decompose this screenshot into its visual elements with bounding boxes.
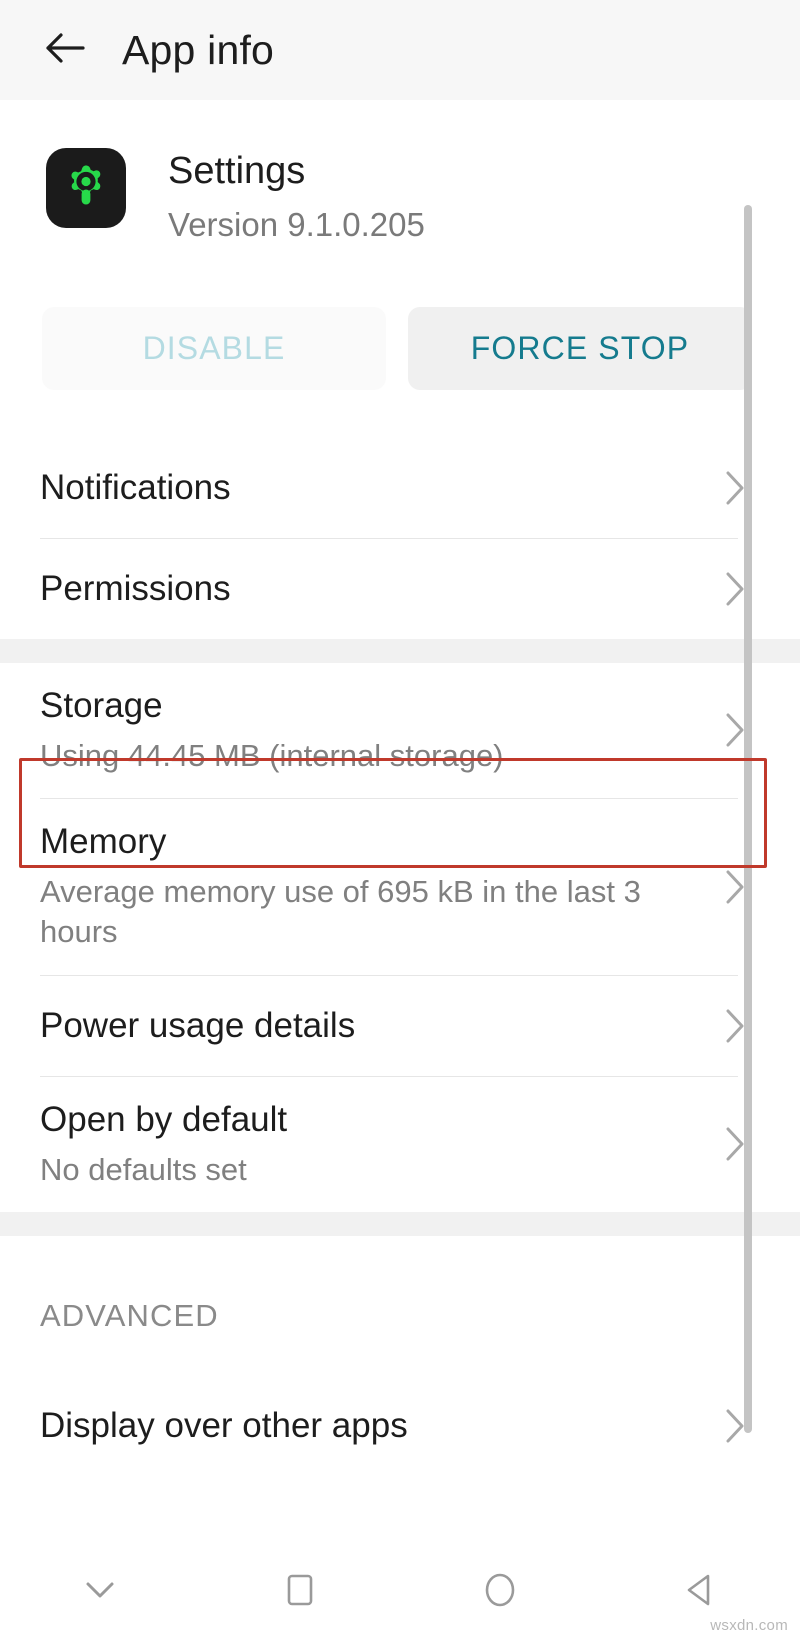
list-item-label: Storage <box>40 685 163 725</box>
list-item-label: Memory <box>40 821 167 861</box>
disable-button[interactable]: DISABLE <box>42 306 386 390</box>
list-item-notifications[interactable]: Notifications <box>0 437 800 538</box>
preference-section-advanced: ADVANCED Display over other apps <box>0 1236 800 1476</box>
scrollbar[interactable] <box>744 100 800 1433</box>
scroll-content: Settings Version 9.1.0.205 DISABLE FORCE… <box>0 100 800 1542</box>
arrow-left-icon <box>42 25 88 76</box>
list-item-open-by-default[interactable]: Open by default No defaults set <box>0 1076 800 1212</box>
app-identity-header: Settings Version 9.1.0.205 <box>0 100 800 244</box>
list-item-sublabel: Using 44.45 MB (internal storage) <box>40 737 504 773</box>
scrollbar-thumb[interactable] <box>744 205 752 1433</box>
list-item-power-usage-details[interactable]: Power usage details <box>0 975 800 1076</box>
chevron-down-icon <box>80 1570 120 1615</box>
hide-keyboard-button[interactable] <box>0 1542 200 1642</box>
row-text: Notifications <box>40 445 718 531</box>
settings-gear-icon <box>59 159 113 218</box>
system-navigation-bar <box>0 1542 800 1642</box>
app-bar: App info <box>0 0 800 100</box>
preference-section-1: Notifications Permissions <box>0 437 800 639</box>
action-buttons: DISABLE FORCE STOP <box>0 244 800 390</box>
back-navigation-button[interactable] <box>34 19 96 81</box>
home-button[interactable] <box>400 1542 600 1642</box>
list-item-sublabel: Average memory use of 695 kB in the last… <box>40 873 641 950</box>
force-stop-button[interactable]: FORCE STOP <box>408 306 752 390</box>
list-item-sublabel: No defaults set <box>40 1151 247 1187</box>
list-item-label: Power usage details <box>40 1005 356 1045</box>
row-text: Display over other apps <box>40 1383 718 1469</box>
list-item-label: Display over other apps <box>40 1405 408 1445</box>
app-version: Version 9.1.0.205 <box>168 205 425 243</box>
row-text: Open by default No defaults set <box>40 1077 718 1212</box>
list-item-storage[interactable]: Storage Using 44.45 MB (internal storage… <box>0 662 800 798</box>
app-name: Settings <box>168 150 306 192</box>
row-text: Storage Using 44.45 MB (internal storage… <box>40 663 718 798</box>
list-item-label: Notifications <box>40 467 231 507</box>
list-item-memory[interactable]: Memory Average memory use of 695 kB in t… <box>0 798 800 975</box>
list-item-permissions[interactable]: Permissions <box>0 538 800 639</box>
app-meta: Settings Version 9.1.0.205 <box>168 148 425 244</box>
list-item-display-over-other-apps[interactable]: Display over other apps <box>0 1375 800 1476</box>
list-item-label: Permissions <box>40 568 231 608</box>
list-item-label: Open by default <box>40 1099 288 1139</box>
app-icon <box>46 148 126 228</box>
section-separator <box>0 1211 800 1236</box>
recents-button[interactable] <box>200 1542 400 1642</box>
row-text: Power usage details <box>40 983 718 1069</box>
section-header-advanced: ADVANCED <box>40 1297 219 1333</box>
square-icon <box>280 1570 320 1615</box>
triangle-left-icon <box>680 1570 720 1615</box>
watermark: wsxdn.com <box>710 1617 788 1634</box>
section-separator <box>0 638 800 663</box>
preference-section-2: Storage Using 44.45 MB (internal storage… <box>0 662 800 1212</box>
row-text: Memory Average memory use of 695 kB in t… <box>40 799 718 975</box>
page-title: App info <box>122 26 275 73</box>
circle-icon <box>480 1570 520 1615</box>
row-text: Permissions <box>40 546 718 632</box>
app-info-screen: App info Settings Version 9.1.0.205 DISA… <box>0 0 800 1642</box>
